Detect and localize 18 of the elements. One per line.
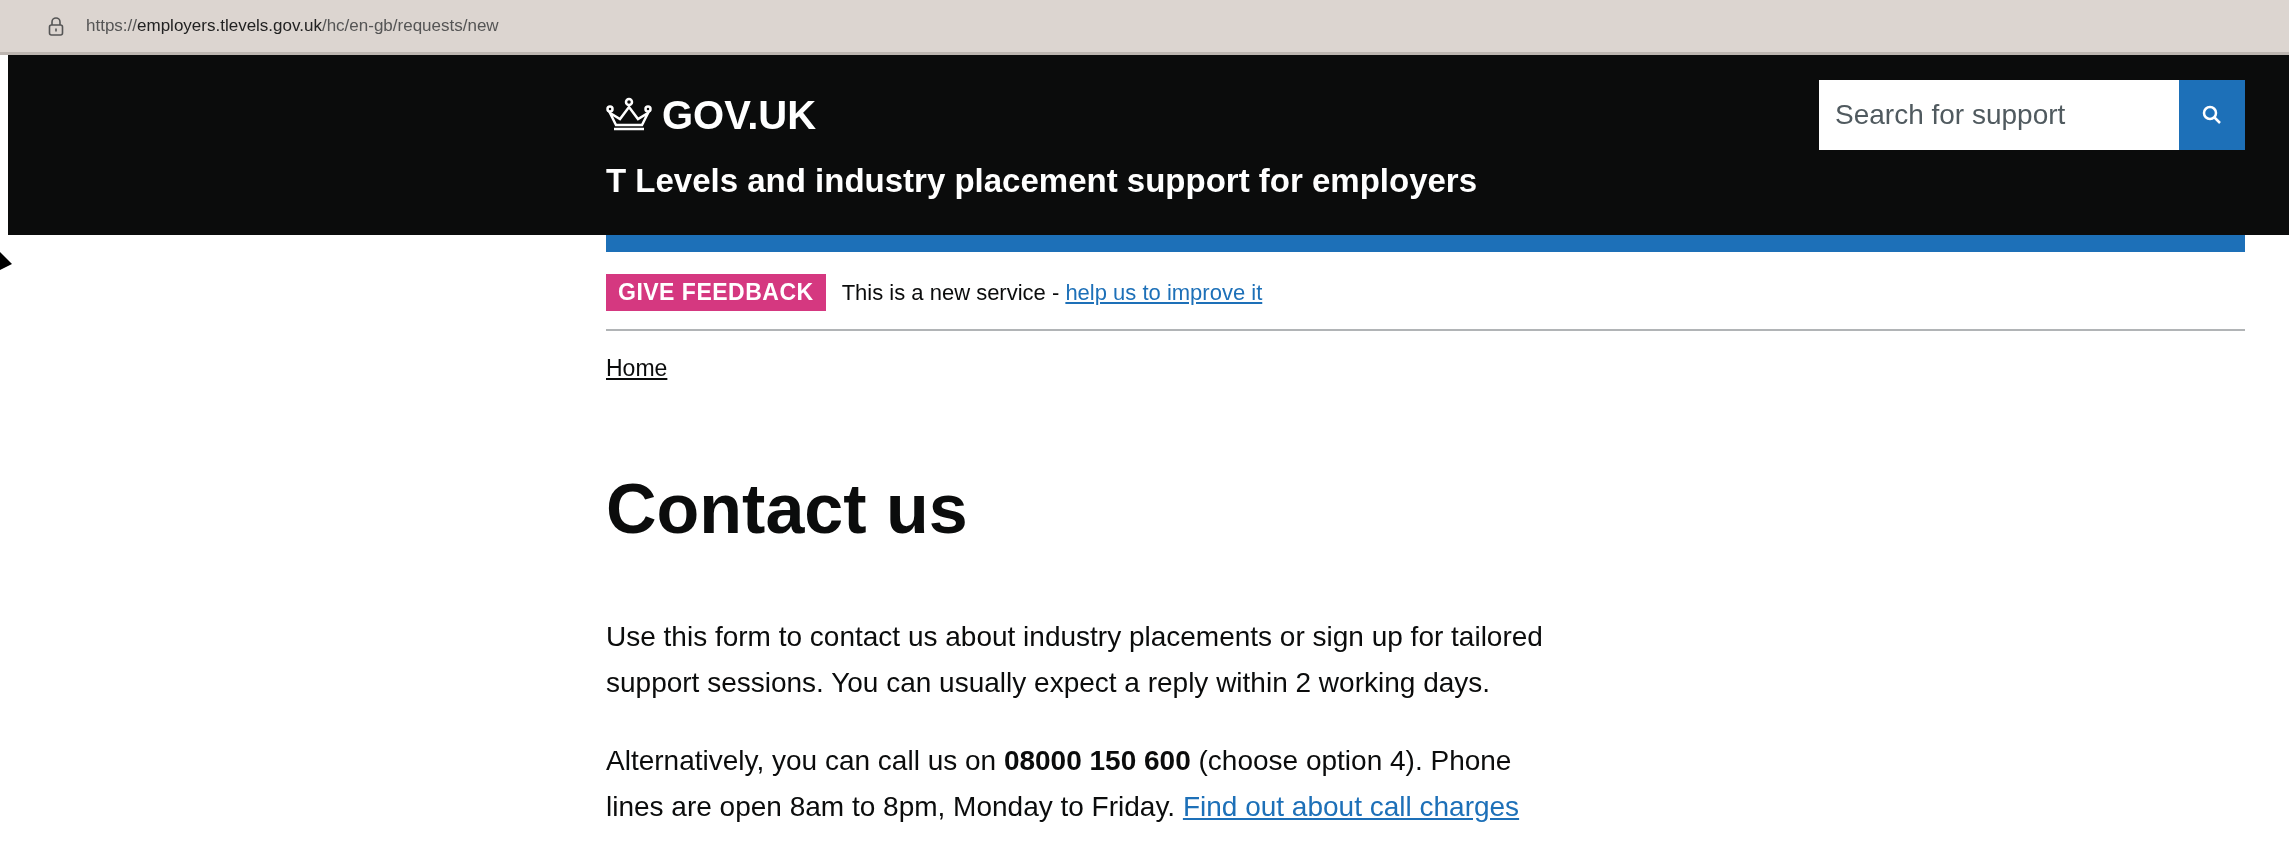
breadcrumb-link[interactable]: Home <box>606 355 668 381</box>
lock-icon <box>48 16 64 36</box>
call-charges-link[interactable]: Find out about call charges <box>1182 791 1520 822</box>
body-paragraph: Alternatively, you can call us on 08000 150 600 (choose option 4). Phone lines are open 8am to 8pm, Monday to Friday. Find out about call charges <box>606 744 1521 824</box>
cursor-icon <box>0 252 12 270</box>
url-text: https://employers.tlevels.gov.uk/hc/en-gb/requests/new <box>86 16 499 36</box>
crown-icon <box>606 97 652 133</box>
search-button[interactable] <box>2179 80 2245 150</box>
service-name[interactable]: T Levels and industry placement support for employers <box>606 162 2245 200</box>
address-bar[interactable]: https://employers.tlevels.gov.uk/hc/en-gb/requests/new <box>0 0 2289 55</box>
feedback-link[interactable]: help us to improve it <box>1065 279 1263 305</box>
phase-banner-text: This is a new service - help us to improve it <box>841 279 1263 306</box>
search-field[interactable]: Search for support <box>1819 80 2179 150</box>
site-logo[interactable]: GOV.UK <box>606 92 817 138</box>
body-paragraph: Use this form to contact us about industry placements or sign up for tailored support sessions. You can usually expect a reply within 2 working days. <box>606 620 1544 700</box>
search-icon <box>2202 105 2222 125</box>
page-heading: Contact us <box>606 474 969 544</box>
feedback-tag: GIVE FEEDBACK <box>606 274 826 311</box>
